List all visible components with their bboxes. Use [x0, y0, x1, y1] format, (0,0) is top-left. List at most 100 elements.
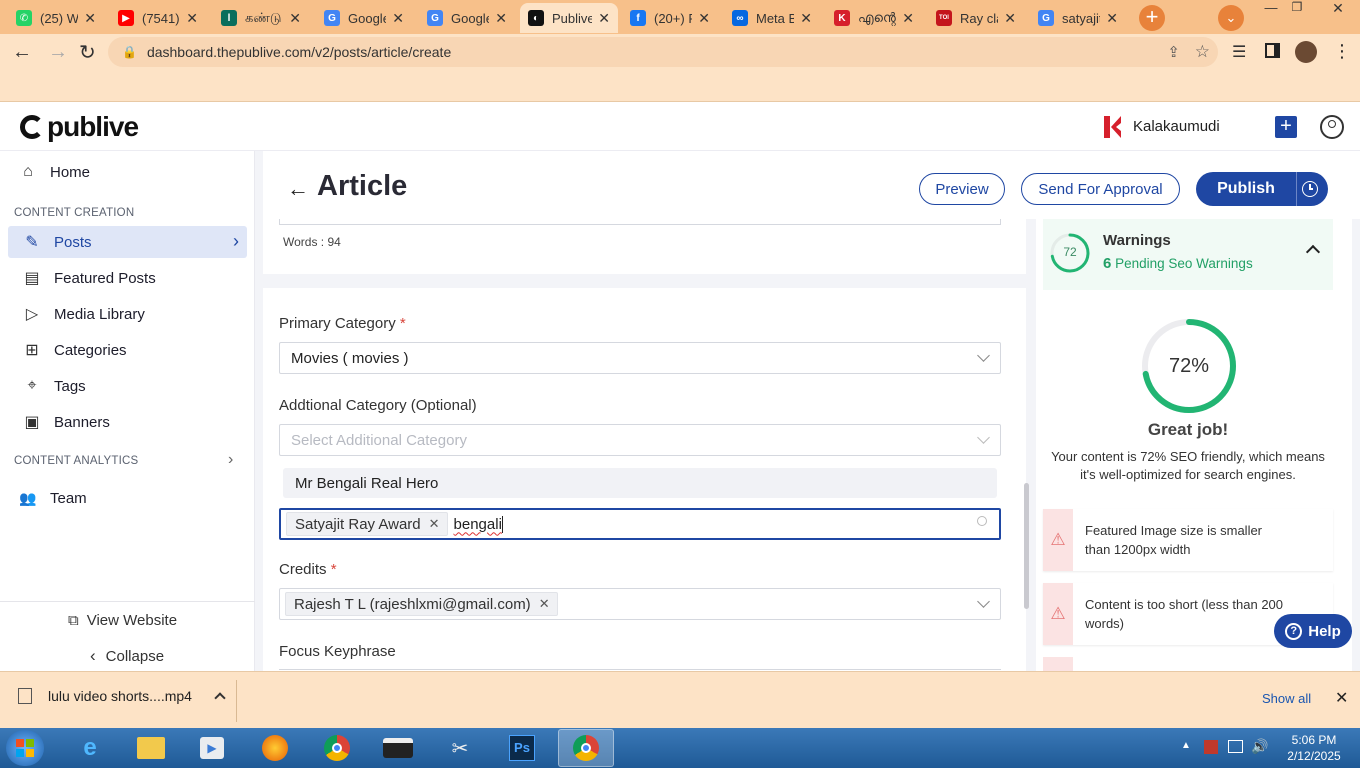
form-scrollbar-thumb[interactable]	[1024, 483, 1029, 609]
photoshop-icon[interactable]: Ps	[504, 732, 540, 764]
chevron-up-icon[interactable]	[1305, 244, 1321, 260]
remove-credit-icon[interactable]: ✕	[539, 596, 550, 612]
back-icon[interactable]: ←	[12, 41, 32, 64]
start-button[interactable]	[6, 730, 44, 766]
new-tab-button[interactable]: +	[1139, 5, 1165, 31]
chevron-down-icon	[977, 349, 990, 362]
show-hidden-icons[interactable]: ▲	[1181, 740, 1191, 751]
tab-label: satyajit	[1062, 10, 1101, 26]
schedule-clock-icon[interactable]	[1302, 181, 1318, 197]
close-window-button[interactable]: ✕	[1316, 0, 1360, 18]
tab-search-button[interactable]: ⌄	[1218, 5, 1244, 31]
browser-tab[interactable]: G Google ✕	[316, 3, 412, 33]
side-panel-icon[interactable]	[1265, 43, 1280, 58]
tab-label: Publive	[552, 10, 593, 26]
browser-tab[interactable]: TOI Ray cla ✕	[928, 3, 1024, 33]
tag-chip: Satyajit Ray Award ✕	[286, 512, 448, 536]
send-for-approval-button[interactable]: Send For Approval	[1021, 173, 1180, 205]
additional-category-select[interactable]: Select Additional Category	[279, 424, 1001, 456]
chevron-up-icon[interactable]	[214, 692, 226, 704]
seo-warnings-header[interactable]: 72 Warnings 6 Pending Seo Warnings	[1043, 219, 1333, 290]
network-icon[interactable]	[1228, 740, 1243, 753]
help-button[interactable]: ? Help	[1274, 614, 1352, 648]
warning-triangle-icon: ⚠	[1050, 604, 1066, 623]
close-icon[interactable]: ✕	[495, 10, 507, 27]
clock-date[interactable]: 2/12/2025	[1282, 749, 1346, 763]
close-icon[interactable]: ✕	[84, 10, 96, 27]
address-bar[interactable]: 🔒 dashboard.thepublive.com/v2/posts/arti…	[108, 37, 1218, 67]
close-icon[interactable]: ✕	[902, 10, 914, 27]
download-item[interactable]: lulu video shorts....mp4	[18, 688, 226, 704]
share-icon[interactable]: ⇪	[1167, 43, 1180, 61]
forward-icon[interactable]: →	[48, 41, 68, 64]
internet-explorer-icon[interactable]: e	[72, 732, 108, 764]
sidebar-item-media-library[interactable]: ▷ Media Library	[8, 298, 247, 330]
profile-avatar[interactable]	[1295, 41, 1317, 63]
sidebar-item-home[interactable]: ⌂ Home	[8, 156, 247, 188]
volume-icon[interactable]: 🔊	[1251, 738, 1268, 755]
show-all-button[interactable]: Show all	[1262, 691, 1311, 706]
browser-tab[interactable]: Gsatyajit ✕	[1030, 3, 1126, 33]
browser-tab[interactable]: ∞ Meta B ✕	[724, 3, 820, 33]
minimize-window-button[interactable]: —	[1258, 0, 1284, 18]
sidebar-item-banners[interactable]: ▣ Banners	[8, 406, 247, 438]
browser-tab[interactable]: ✆ (25) W ✕	[8, 3, 104, 33]
chrome-active-icon[interactable]	[558, 729, 614, 767]
browser-tab[interactable]: G Google ✕	[419, 3, 515, 33]
tags-input-box[interactable]: Satyajit Ray Award ✕ bengali	[279, 508, 1001, 540]
close-icon[interactable]: ✕	[186, 10, 198, 27]
close-downloads-icon[interactable]: ✕	[1335, 688, 1348, 708]
tab-label: എന്റെ	[858, 10, 896, 25]
browser-tab[interactable]: l கண்டு ✕	[213, 3, 309, 33]
close-icon[interactable]: ✕	[289, 10, 301, 27]
browser-tab[interactable]: K എന്റെ ✕	[826, 3, 922, 33]
media-player-icon[interactable]: ▶	[194, 732, 230, 764]
publive-logo[interactable]: publive	[20, 111, 139, 143]
close-icon[interactable]: ✕	[392, 10, 404, 27]
bookmark-star-icon[interactable]: ☆	[1195, 42, 1210, 62]
browser-tab[interactable]: f (20+) F ✕	[622, 3, 718, 33]
dropdown-option[interactable]: Mr Bengali Real Hero	[283, 468, 997, 498]
tab-label: (20+) F	[654, 10, 693, 26]
seo-warning-item[interactable]: ⚠ Featured Image size is smaller than 120…	[1043, 509, 1333, 571]
facebook-icon: f	[630, 10, 646, 26]
view-website-link[interactable]: ⧉ View Website	[68, 612, 177, 629]
reload-icon[interactable]: ↻	[79, 40, 96, 65]
sidebar-item-tags[interactable]: ⌖ Tags	[8, 370, 247, 402]
reading-list-icon[interactable]: ☰	[1232, 42, 1246, 62]
publish-button[interactable]: Publish	[1196, 172, 1296, 206]
back-arrow-icon[interactable]: ←	[287, 176, 309, 202]
restore-window-button[interactable]: ❐	[1284, 0, 1310, 18]
primary-category-select[interactable]: Movies ( movies )	[279, 342, 1001, 374]
seo-warning-item-partial[interactable]	[1043, 657, 1333, 671]
close-icon[interactable]: ✕	[1004, 10, 1016, 27]
section-header-analytics[interactable]: CONTENT ANALYTICS	[14, 455, 138, 467]
sidebar-item-team[interactable]: 👥 Team	[8, 482, 247, 514]
remove-tag-icon[interactable]: ✕	[429, 516, 440, 532]
close-icon[interactable]: ✕	[800, 10, 812, 27]
credits-select[interactable]: Rajesh T L (rajeshlxmi@gmail.com) ✕	[279, 588, 1001, 620]
chrome-icon[interactable]	[319, 732, 355, 764]
sidebar-item-label: Banners	[54, 413, 110, 431]
typewriter-app-icon[interactable]	[380, 732, 416, 764]
file-explorer-icon[interactable]	[133, 732, 169, 764]
chevron-right-icon[interactable]: ›	[228, 451, 233, 469]
tags-search-text[interactable]: bengali	[454, 516, 502, 533]
firefox-icon[interactable]	[257, 732, 293, 764]
close-icon[interactable]: ✕	[698, 10, 710, 27]
additional-category-label: Addtional Category (Optional)	[279, 397, 477, 414]
tray-flag-icon[interactable]	[1204, 740, 1218, 754]
preview-button[interactable]: Preview	[919, 173, 1005, 205]
browser-tab[interactable]: ◐ Publive ✕	[520, 3, 618, 33]
sidebar-item-posts[interactable]: ✎ Posts ›	[8, 226, 247, 258]
browser-tab[interactable]: ▶ (7541) ✕	[110, 3, 206, 33]
app-icon[interactable]: ✂	[442, 732, 478, 764]
close-icon[interactable]: ✕	[1106, 10, 1118, 27]
clock-time[interactable]: 5:06 PM	[1282, 733, 1346, 747]
close-icon[interactable]: ✕	[598, 10, 610, 27]
seo-description: Your content is 72% SEO friendly, which …	[1051, 449, 1325, 482]
sidebar-item-featured-posts[interactable]: ▤ Featured Posts	[8, 262, 247, 294]
browser-menu-icon[interactable]: ⋮	[1333, 41, 1351, 62]
collapse-button[interactable]: ‹ Collapse	[90, 646, 164, 666]
sidebar-item-categories[interactable]: ⊞ Categories	[8, 334, 247, 366]
